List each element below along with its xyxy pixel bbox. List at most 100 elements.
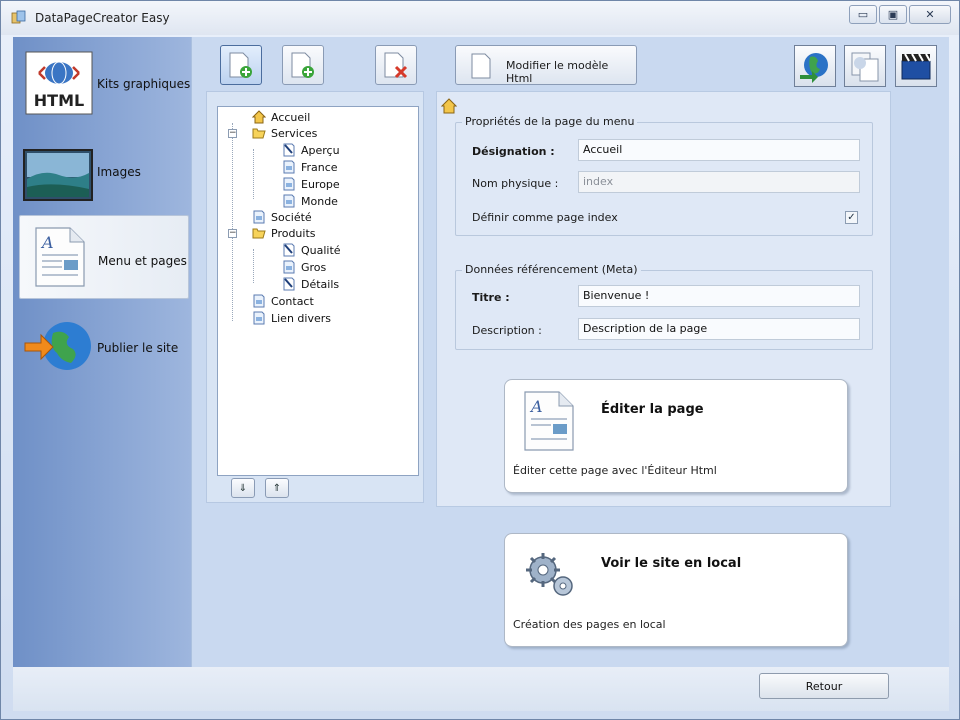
modify-template-label: Modifier le modèle Html: [506, 59, 609, 85]
tree-item[interactable]: Qualité: [282, 242, 341, 258]
gears-icon: [526, 553, 573, 596]
sidebar-item-label: Images: [97, 165, 141, 179]
tree-item[interactable]: Services: [252, 125, 317, 141]
tree-item[interactable]: Gros: [282, 259, 326, 275]
landscape-image-icon: [23, 149, 93, 201]
clapperboard-icon: [901, 53, 931, 80]
tree-item-label: France: [301, 160, 338, 174]
card-title: Éditer la page: [601, 402, 704, 417]
titre-label: Titre :: [472, 291, 510, 304]
globe-arrow-icon: [24, 322, 91, 370]
sidebar-item-label: Kits graphiques: [97, 77, 191, 91]
home-icon: [441, 98, 457, 114]
app-window: DataPageCreator Easy ▭ ▣ ✕ HTML Kits gra…: [0, 0, 960, 720]
tree-item[interactable]: France: [282, 159, 338, 175]
window-controls: ▭ ▣ ✕: [849, 5, 951, 24]
nom-physique-label: Nom physique :: [472, 177, 559, 190]
page-properties-group: Propriétés de la page du menu Désignatio…: [455, 115, 873, 236]
page-icon: [283, 260, 295, 274]
group-title: Propriétés de la page du menu: [462, 115, 638, 128]
copy-pages-icon: [851, 52, 879, 82]
app-icon: [11, 10, 26, 24]
tree-item[interactable]: Lien divers: [252, 310, 331, 326]
move-down-button[interactable]: ⇓: [231, 478, 255, 498]
retour-button[interactable]: Retour: [759, 673, 889, 699]
window-title: DataPageCreator Easy: [35, 11, 170, 25]
tree-item[interactable]: Accueil: [252, 109, 310, 125]
document-page-icon: A: [35, 227, 85, 287]
index-checkbox[interactable]: ✓: [845, 211, 858, 224]
page-edit-icon: [283, 277, 295, 291]
expand-services-toggle[interactable]: −: [228, 129, 237, 138]
close-icon: ✕: [925, 8, 935, 21]
description-field[interactable]: Description de la page: [578, 318, 860, 340]
delete-page-button[interactable]: [375, 45, 417, 85]
svg-text:A: A: [40, 233, 54, 252]
copy-pages-button[interactable]: [844, 45, 886, 87]
sidebar-item-publier-le-site[interactable]: Publier le site: [13, 303, 191, 387]
globe-publish-icon: [800, 53, 828, 83]
publish-button[interactable]: [794, 45, 836, 87]
tree-item-label: Produits: [271, 226, 316, 240]
edit-page-card[interactable]: A Éditer la page Éditer cette page avec …: [504, 379, 848, 493]
view-local-card[interactable]: Voir le site en local Création des pages…: [504, 533, 848, 647]
maximize-icon: ▣: [887, 8, 899, 21]
html-kit-icon: HTML: [25, 51, 93, 115]
card-description: Création des pages en local: [513, 618, 666, 631]
document-page-icon: A: [524, 391, 574, 451]
page-icon: [283, 194, 295, 208]
expand-produits-toggle[interactable]: −: [228, 229, 237, 238]
titre-field[interactable]: Bienvenue !: [578, 285, 860, 307]
add-subpage-icon: [291, 52, 314, 78]
add-page-icon: [229, 52, 252, 78]
title-bar: DataPageCreator Easy ▭ ▣ ✕: [1, 1, 959, 35]
tree-item[interactable]: Produits: [252, 225, 316, 241]
tree-item[interactable]: Monde: [282, 193, 338, 209]
index-label: Définir comme page index: [472, 211, 618, 224]
page-icon: [253, 294, 265, 308]
tree-item[interactable]: Contact: [252, 293, 314, 309]
sidebar-item-menu-et-pages[interactable]: A Menu et pages: [19, 215, 189, 299]
tree-item-label: Contact: [271, 294, 314, 308]
double-chevron-down-icon: ⇓: [238, 482, 248, 494]
tree-item-label: Accueil: [271, 110, 311, 124]
add-subpage-button[interactable]: [282, 45, 324, 85]
add-page-button[interactable]: [220, 45, 262, 85]
tree-connector: [232, 123, 233, 321]
sidebar-item-label: Publier le site: [97, 341, 179, 355]
svg-text:HTML: HTML: [34, 91, 84, 110]
designation-field[interactable]: Accueil: [578, 139, 860, 161]
footer-bar: Retour: [13, 667, 949, 711]
tree-item[interactable]: Aperçu: [282, 142, 340, 158]
minimize-button[interactable]: ▭: [849, 5, 877, 24]
page-tree[interactable]: − − Accueil Services Aperçu France Europ…: [217, 106, 419, 476]
tree-item-label: Lien divers: [271, 311, 331, 325]
page-edit-icon: [283, 143, 295, 157]
sidebar: HTML Kits graphiques Images A Menu et pa…: [13, 37, 191, 667]
tree-item[interactable]: Europe: [282, 176, 340, 192]
template-page-icon: [471, 53, 491, 79]
tree-item-label: Services: [271, 126, 318, 140]
card-title: Voir le site en local: [601, 556, 742, 571]
designation-label: Désignation :: [472, 145, 555, 158]
svg-text:A: A: [529, 397, 543, 416]
tree-panel: − − Accueil Services Aperçu France Europ…: [206, 91, 424, 503]
sidebar-item-images[interactable]: Images: [13, 127, 191, 211]
card-description: Éditer cette page avec l'Éditeur Html: [513, 464, 717, 477]
sidebar-item-label: Menu et pages: [98, 254, 187, 268]
nom-physique-field[interactable]: index: [578, 171, 860, 193]
tree-item-label: Monde: [301, 194, 338, 208]
move-up-button[interactable]: ⇑: [265, 478, 289, 498]
delete-page-icon: [384, 52, 408, 79]
tree-item[interactable]: Détails: [282, 276, 339, 292]
video-button[interactable]: [895, 45, 937, 87]
tree-item[interactable]: Société: [252, 209, 312, 225]
meta-group: Données référencement (Meta) Titre : Bie…: [455, 263, 873, 350]
main-panel: Modifier le modèle Html − − Accueil Serv…: [191, 37, 949, 667]
maximize-button[interactable]: ▣: [879, 5, 907, 24]
modify-template-button[interactable]: Modifier le modèle Html: [455, 45, 637, 85]
close-button[interactable]: ✕: [909, 5, 951, 24]
minimize-icon: ▭: [857, 8, 869, 21]
sidebar-item-kits-graphiques[interactable]: HTML Kits graphiques: [13, 39, 191, 123]
page-icon: [253, 311, 265, 325]
